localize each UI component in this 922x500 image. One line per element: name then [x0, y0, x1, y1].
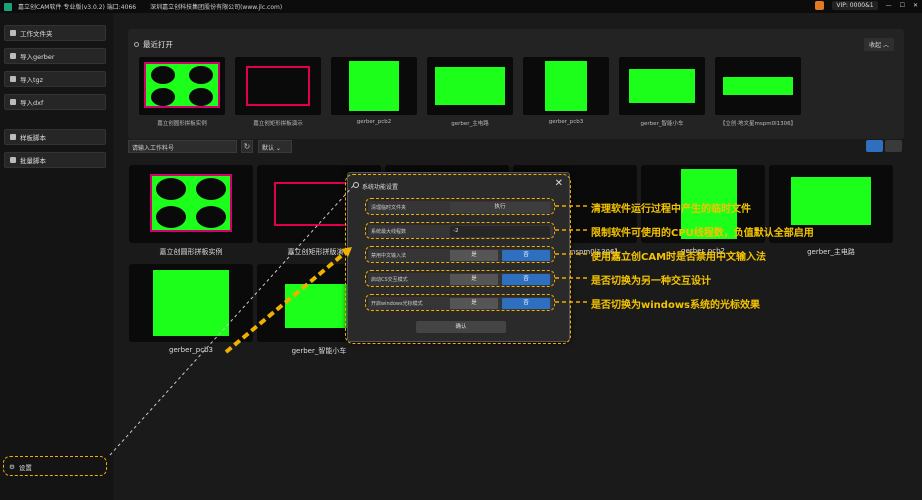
annotation: 清理软件运行过程中产生的临时文件 — [591, 204, 751, 215]
annotation: 是否切换为windows系统的光标效果 — [591, 300, 761, 311]
annotation: 限制软件可使用的CPU线程数，负值默认全部启用 — [591, 228, 814, 239]
annotation: 使用嘉立创CAM时是否禁用中文输入法 — [591, 252, 767, 263]
annotation-arrows — [109, 184, 588, 456]
annotation: 是否切换为另一种交互设计 — [591, 276, 711, 287]
